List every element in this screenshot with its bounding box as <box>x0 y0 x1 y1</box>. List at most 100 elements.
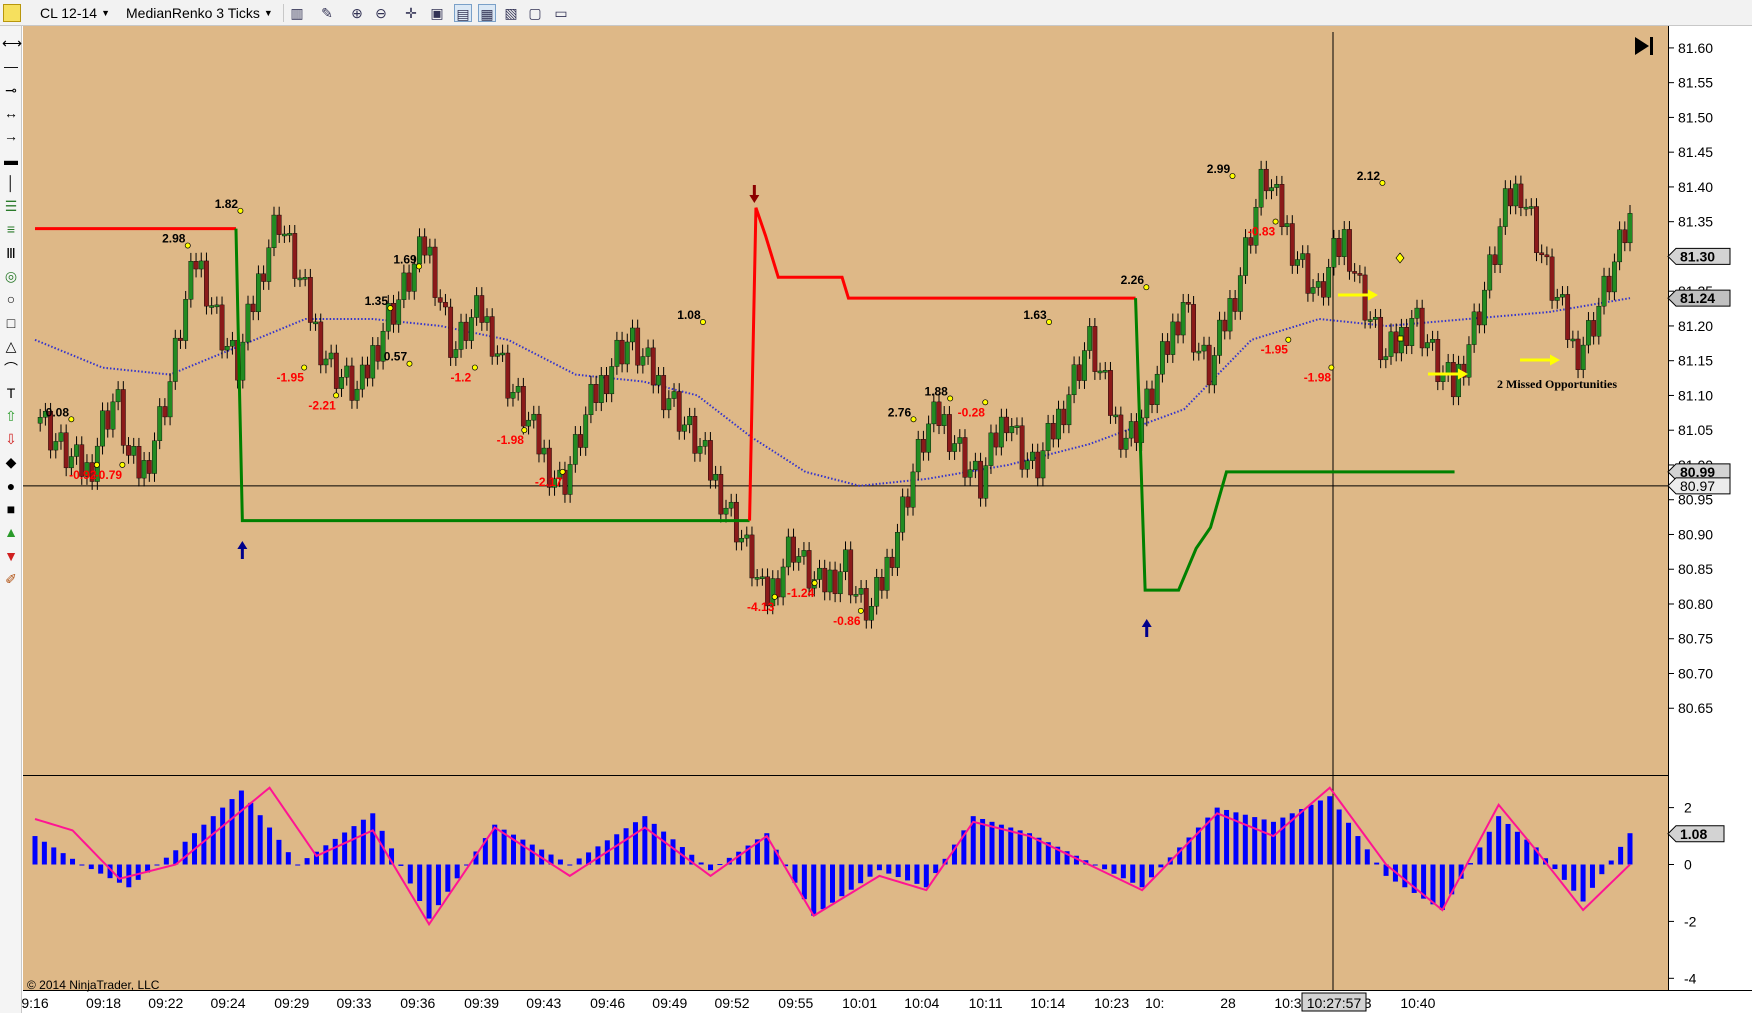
candle-up <box>1373 317 1378 320</box>
time-tick-label: 09:18 <box>86 995 121 1011</box>
chart-canvas[interactable]: 0.08-0.92-0.792.981.82-1.95-2.211.350.57… <box>0 0 1752 1013</box>
histogram-bar <box>905 864 911 881</box>
candle-up <box>728 501 734 509</box>
candle-down <box>791 536 796 563</box>
price-badge-label: 80.97 <box>1680 478 1715 494</box>
swing-label: -1.98 <box>497 433 525 447</box>
candle-up <box>510 392 516 399</box>
histogram-bar <box>154 864 160 866</box>
candle-up <box>1528 206 1534 209</box>
candle-up <box>474 295 480 318</box>
histogram-bar <box>998 824 1004 865</box>
candle-down <box>1357 273 1363 276</box>
histogram-bar <box>1092 864 1098 866</box>
candle-up <box>1284 223 1290 228</box>
candle-down <box>536 413 542 455</box>
candle-up <box>1513 183 1519 207</box>
candle-down <box>1534 206 1539 253</box>
candle-up <box>801 550 807 557</box>
candle-up <box>1066 394 1072 426</box>
swing-point-marker <box>68 416 75 423</box>
candle-down <box>1149 388 1155 405</box>
candle-up <box>666 398 672 411</box>
swing-label: 0.57 <box>384 350 408 364</box>
candle-down <box>921 438 926 453</box>
histogram-bar <box>323 845 329 865</box>
candle-up <box>411 263 417 292</box>
candle-up <box>957 437 963 444</box>
candle-up <box>1056 408 1061 440</box>
candle-up <box>152 440 157 474</box>
time-tick-label: 09:52 <box>714 995 749 1011</box>
candle-up <box>915 438 921 473</box>
candle-up <box>541 447 547 455</box>
candle-down <box>261 273 266 282</box>
candle-up <box>339 377 344 389</box>
candle-up <box>1482 289 1487 326</box>
swing-label: -4.13 <box>747 600 775 614</box>
candle-up <box>1009 426 1015 434</box>
candle-up <box>1045 423 1051 451</box>
swing-label: 2.99 <box>1207 162 1231 176</box>
price-tick-label: 81.45 <box>1678 144 1713 160</box>
candle-up <box>500 352 505 356</box>
candle-down <box>832 569 838 595</box>
histogram-bar <box>670 839 676 865</box>
candle-down <box>1565 294 1571 340</box>
histogram-bar <box>1599 864 1605 875</box>
histogram-bar <box>811 864 817 916</box>
histogram-bar <box>567 864 573 866</box>
candle-down <box>593 384 599 403</box>
candle-down <box>443 302 448 308</box>
histogram-bar <box>276 839 282 865</box>
candle-down <box>120 389 126 446</box>
swing-point-marker <box>1272 218 1279 225</box>
time-tick-label: 09:55 <box>778 995 813 1011</box>
candle-up <box>1243 237 1248 276</box>
candle-down <box>578 434 583 448</box>
time-tick-label: 10: <box>1145 995 1164 1011</box>
histogram-bar <box>32 836 38 865</box>
candle-down <box>1185 302 1191 305</box>
annotation-text: 2 Missed Opportunities <box>1497 377 1617 391</box>
candle-up <box>1409 318 1415 346</box>
candle-up <box>583 414 589 448</box>
signal-line <box>34 786 1631 927</box>
candle-down <box>962 437 968 478</box>
histogram-bar <box>342 832 348 865</box>
histogram-bar <box>1317 800 1323 865</box>
candle-down <box>1450 362 1456 398</box>
candle-up <box>1596 305 1602 337</box>
candle-down <box>650 347 656 386</box>
candle-up <box>869 606 874 621</box>
candle-up <box>1586 320 1591 346</box>
candle-down <box>1232 298 1238 312</box>
candle-up <box>1274 184 1280 188</box>
candle-down <box>1362 274 1368 321</box>
buy-signal-arrow-icon <box>1141 619 1152 637</box>
candle-up <box>614 339 620 367</box>
time-tick-label: 09:49 <box>652 995 687 1011</box>
candle-down <box>1352 271 1358 274</box>
candle-up <box>780 566 786 598</box>
candle-down <box>848 549 854 596</box>
time-tick-label: 09:43 <box>526 995 561 1011</box>
histogram-bar <box>1242 814 1248 865</box>
swing-point-marker <box>471 364 478 371</box>
histogram-bar <box>1374 862 1380 865</box>
candle-down <box>276 214 282 235</box>
time-tick-label: 10:11 <box>969 995 1003 1011</box>
candle-down <box>718 474 724 515</box>
candle-down <box>349 365 355 401</box>
swing-point-marker <box>1046 319 1053 325</box>
candle-down <box>1336 238 1342 257</box>
candle-up <box>1071 364 1077 396</box>
histogram-bar <box>1402 864 1408 888</box>
histogram-bar <box>1139 864 1145 888</box>
time-tick-label: 09:46 <box>590 995 625 1011</box>
histogram-bar <box>398 864 404 866</box>
candle-up <box>744 534 750 539</box>
swing-label: 1.82 <box>215 197 239 211</box>
swing-point-marker <box>947 395 954 402</box>
candle-up <box>214 304 220 308</box>
